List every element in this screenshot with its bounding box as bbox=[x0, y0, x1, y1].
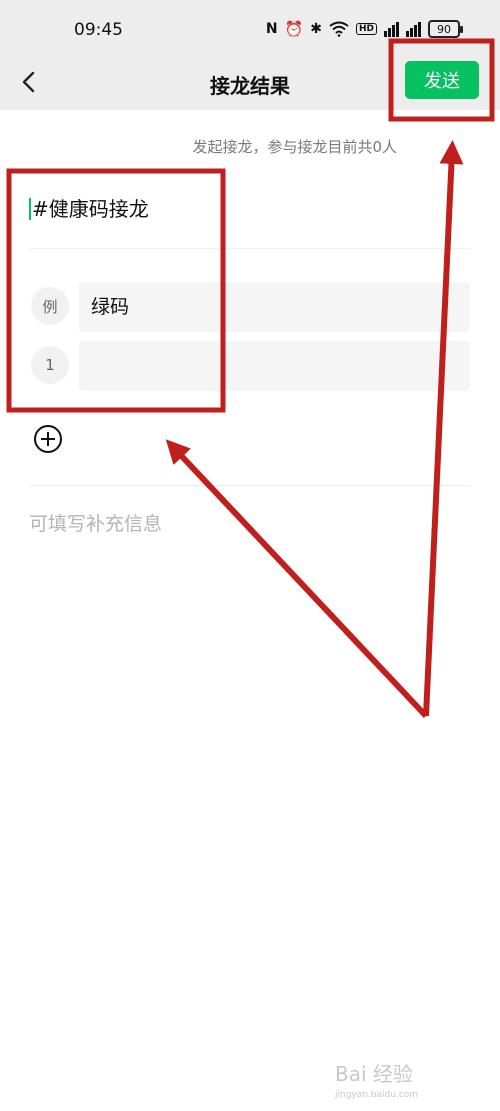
hd-icon: HD bbox=[355, 23, 377, 35]
status-bar: 09:45 N ⏰ ✱ HD 90 bbox=[0, 0, 500, 56]
text-caret bbox=[29, 198, 31, 220]
status-icons: N ⏰ ✱ HD 90 bbox=[265, 20, 463, 38]
alarm-icon: ⏰ bbox=[284, 20, 304, 38]
topic-input[interactable]: #健康码接龙 bbox=[29, 193, 149, 222]
arrow-to-send bbox=[423, 140, 464, 717]
participation-summary: 发起接龙，参与接龙目前共0人 bbox=[192, 138, 397, 156]
example-badge: 例 bbox=[31, 287, 69, 325]
watermark-url: jingyan.baidu.com bbox=[335, 1090, 419, 1100]
topic-text: #健康码接龙 bbox=[32, 197, 149, 221]
list-item: 例 绿码 bbox=[29, 282, 470, 332]
watermark: Bai 经验 bbox=[335, 1062, 413, 1086]
send-button[interactable]: 发送 bbox=[405, 61, 479, 99]
entry-index-badge: 1 bbox=[31, 346, 69, 384]
arrow-to-content bbox=[165, 439, 429, 719]
nfc-icon: N bbox=[265, 21, 278, 37]
divider bbox=[29, 485, 470, 486]
wifi-icon bbox=[329, 21, 349, 37]
nav-bar: 接龙结果 发送 bbox=[0, 56, 500, 110]
bluetooth-icon: ✱ bbox=[310, 21, 322, 37]
battery-level: 90 bbox=[437, 22, 451, 36]
annotation-overlay bbox=[6, 38, 495, 719]
signal-5g-icon bbox=[384, 21, 399, 37]
signal-4g-icon bbox=[406, 21, 421, 37]
supplement-info-input[interactable]: 可填写补充信息 bbox=[29, 509, 162, 536]
status-time: 09:45 bbox=[74, 20, 123, 40]
example-entry-field[interactable]: 绿码 bbox=[79, 282, 470, 332]
list-item: 1 bbox=[29, 341, 470, 391]
add-entry-icon[interactable] bbox=[33, 424, 63, 454]
divider bbox=[29, 248, 470, 249]
entry-input-field[interactable] bbox=[79, 341, 470, 391]
battery-icon: 90 bbox=[428, 20, 463, 38]
